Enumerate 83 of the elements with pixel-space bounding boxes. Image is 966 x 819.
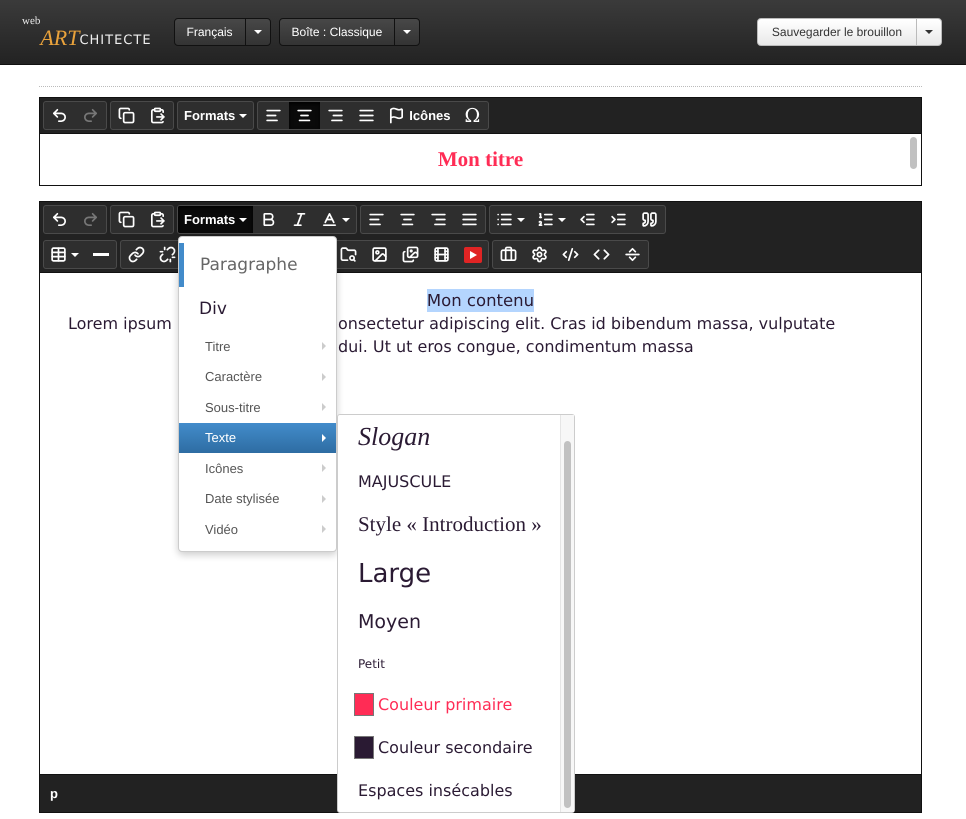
submenu-item[interactable]: Couleur secondaire — [354, 726, 560, 770]
logo: web ARTCHITECTE — [22, 15, 152, 49]
italic-icon — [291, 211, 308, 228]
scrollbar-thumb[interactable] — [910, 137, 917, 169]
redo-icon — [82, 211, 99, 228]
justify-icon — [461, 211, 478, 228]
dropdown-label-button[interactable]: Français — [174, 19, 246, 45]
gear-icon — [531, 246, 548, 263]
submenu-arrow-icon — [322, 494, 326, 503]
text-color-icon — [321, 211, 338, 228]
submenu-arrow-icon — [322, 434, 326, 442]
menu-item[interactable]: Titre — [179, 331, 336, 362]
menu-item[interactable]: Icônes — [179, 453, 336, 484]
folder-search-icon — [340, 246, 357, 263]
quote-icon — [641, 211, 658, 228]
outdent-icon — [579, 211, 596, 228]
submenu-item[interactable]: Moyen — [358, 600, 560, 645]
submenu-arrow-icon — [322, 372, 326, 381]
numbered-list-icon — [537, 211, 554, 228]
save-label-button[interactable]: Sauvegarder le brouillon — [758, 19, 917, 45]
align-center-icon — [399, 211, 416, 228]
caret-icon — [254, 30, 262, 34]
link-icon — [128, 246, 145, 263]
indent-icon — [610, 211, 628, 228]
submenu-item[interactable]: Espaces insécables — [358, 769, 560, 812]
paragraph-text: dui. Ut ut eros congue, condimentum massa — [338, 336, 694, 358]
formats-menu-button[interactable]: Formats — [178, 102, 254, 129]
align-center-icon — [296, 107, 314, 124]
paste-icon — [149, 107, 166, 124]
table-icon — [50, 246, 67, 263]
paste-icon — [149, 211, 166, 228]
special-character-button[interactable]: Ω — [456, 102, 488, 129]
caret-icon — [239, 218, 248, 222]
flag-icon — [388, 107, 406, 124]
submenu-item[interactable]: Petit — [358, 644, 560, 684]
page-break-icon — [624, 246, 641, 263]
heading-text: Mon contenu — [426, 289, 534, 312]
menu-item[interactable]: Texte — [179, 422, 336, 453]
copy-icon — [118, 211, 135, 228]
element-path[interactable]: p — [50, 786, 58, 801]
code-icon — [562, 246, 579, 263]
menu-item[interactable]: Paragraphe — [179, 243, 336, 287]
gallery-icon — [402, 246, 419, 263]
video-play-icon — [464, 246, 482, 262]
submenu-item[interactable]: Slogan — [358, 415, 560, 460]
menu-item[interactable]: Vidéo — [179, 514, 336, 544]
submenu-arrow-icon — [322, 525, 326, 534]
align-right-icon — [430, 211, 448, 228]
image-icon — [371, 246, 388, 263]
submenu-arrow-icon — [322, 342, 326, 350]
align-right-icon — [327, 107, 344, 124]
paragraph-text: onsectetur adipiscing elit. Cras id bibendum massa, vulputate — [338, 313, 836, 335]
menu-item[interactable]: Div — [179, 287, 336, 331]
unlink-icon — [159, 246, 176, 263]
submenu-arrow-icon — [322, 464, 326, 472]
justify-icon — [358, 107, 376, 124]
submenu-arrow-icon — [322, 403, 326, 412]
menu-item[interactable]: Date stylisée — [179, 484, 336, 514]
redo-icon — [82, 107, 99, 124]
align-center-button[interactable] — [289, 102, 320, 129]
align-left-icon — [265, 107, 282, 124]
dropdown-label-button[interactable]: Boîte : Classique — [280, 19, 396, 45]
submenu-item[interactable]: Large — [358, 547, 560, 600]
copy-icon — [118, 107, 135, 124]
title-text: Mon titre — [438, 147, 524, 172]
caret-icon — [403, 30, 412, 34]
submenu-item[interactable]: MAJUSCULE — [358, 460, 560, 503]
menu-item[interactable]: Sous-titre — [179, 392, 336, 422]
bulleted-list-icon — [496, 211, 514, 228]
menu-item[interactable]: Caractère — [179, 362, 336, 392]
scrollbar-thumb[interactable] — [564, 441, 571, 808]
icons-button[interactable]: Icônes — [382, 102, 456, 129]
align-left-icon — [368, 211, 386, 228]
undo-icon — [51, 107, 68, 124]
undo-icon — [51, 211, 68, 228]
caret-icon — [925, 30, 933, 34]
briefcase-icon — [500, 246, 517, 263]
paragraph-text: Lorem ipsum — [68, 314, 172, 333]
submenu-item[interactable]: Couleur primaire — [354, 684, 560, 726]
formats-menu-button[interactable]: Formats — [178, 206, 254, 233]
caret-icon — [239, 114, 248, 118]
submenu-item[interactable]: Style « Introduction » — [358, 502, 560, 548]
film-icon — [433, 246, 450, 263]
